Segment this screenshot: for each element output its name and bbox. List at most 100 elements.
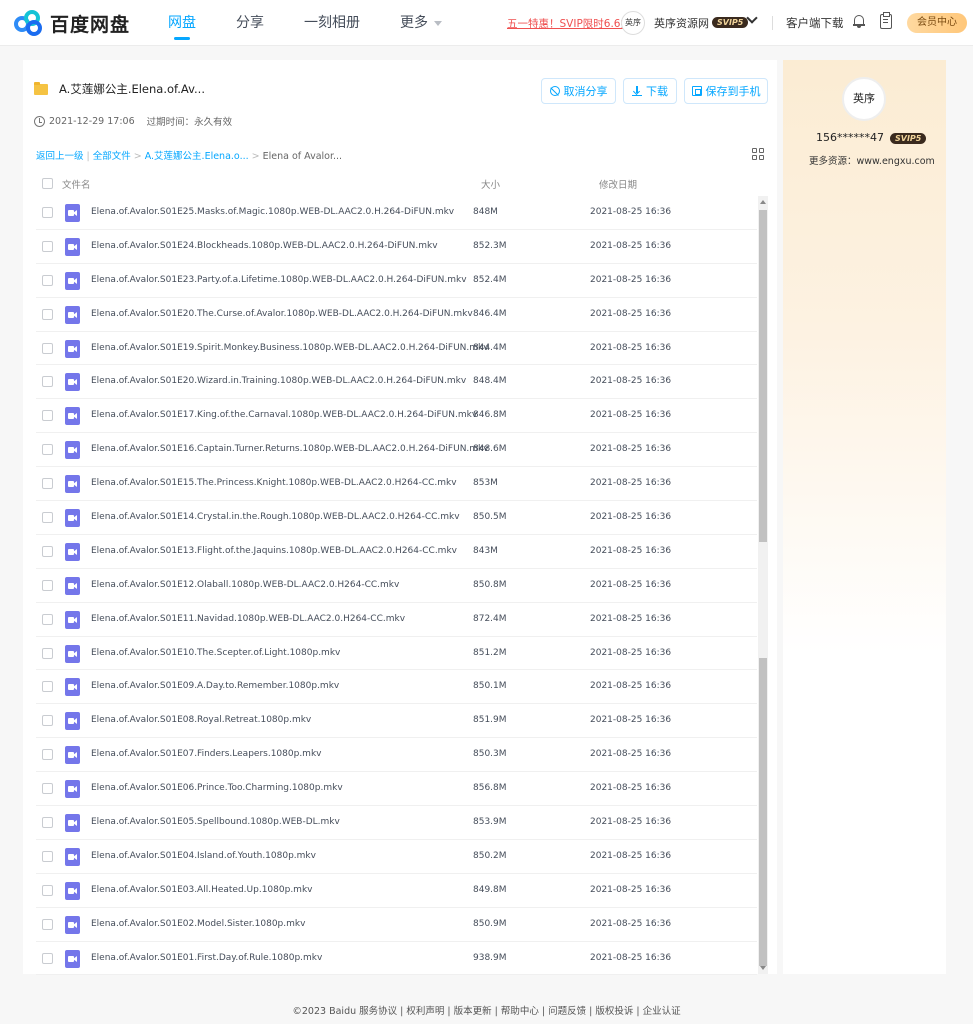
nav-item-more[interactable]: 更多 bbox=[400, 0, 442, 46]
file-name[interactable]: Elena.of.Avalor.S01E25.Masks.of.Magic.10… bbox=[91, 207, 454, 217]
scrollbar[interactable] bbox=[758, 196, 768, 974]
row-checkbox[interactable] bbox=[42, 647, 53, 659]
file-name[interactable]: Elena.of.Avalor.S01E14.Crystal.in.the.Ro… bbox=[91, 512, 460, 522]
file-name[interactable]: Elena.of.Avalor.S01E09.A.Day.to.Remember… bbox=[91, 681, 339, 691]
file-name[interactable]: Elena.of.Avalor.S01E24.Blockheads.1080p.… bbox=[91, 241, 438, 251]
file-name[interactable]: Elena.of.Avalor.S01E20.The.Curse.of.Aval… bbox=[91, 309, 473, 319]
scrollbar-thumb[interactable] bbox=[759, 658, 767, 966]
table-row[interactable]: Elena.of.Avalor.S01E15.The.Princess.Knig… bbox=[36, 467, 757, 502]
table-row[interactable]: Elena.of.Avalor.S01E08.Royal.Retreat.108… bbox=[36, 704, 757, 739]
row-checkbox[interactable] bbox=[42, 444, 53, 456]
scroll-down-arrow-icon[interactable] bbox=[760, 966, 766, 970]
row-checkbox[interactable] bbox=[42, 274, 53, 286]
row-checkbox[interactable] bbox=[42, 884, 53, 896]
row-checkbox[interactable] bbox=[42, 342, 53, 354]
row-checkbox[interactable] bbox=[42, 783, 53, 795]
row-checkbox[interactable] bbox=[42, 308, 53, 320]
nav-item-netdisk[interactable]: 网盘 bbox=[168, 0, 196, 46]
file-date: 2021-08-25 16:36 bbox=[590, 207, 672, 217]
file-name[interactable]: Elena.of.Avalor.S01E23.Party.of.a.Lifeti… bbox=[91, 275, 467, 285]
column-size-header[interactable]: 大小 bbox=[481, 177, 500, 191]
download-button[interactable]: 下载 bbox=[623, 78, 677, 104]
row-checkbox[interactable] bbox=[42, 817, 53, 829]
promo-link[interactable]: 五一特惠！SVIP限时6.6折 bbox=[507, 16, 631, 31]
table-row[interactable]: Elena.of.Avalor.S01E09.A.Day.to.Remember… bbox=[36, 670, 757, 705]
cancel-share-button[interactable]: 取消分享 bbox=[541, 78, 616, 104]
table-row[interactable]: Elena.of.Avalor.S01E20.Wizard.in.Trainin… bbox=[36, 365, 757, 400]
table-row[interactable]: Elena.of.Avalor.S01E03.All.Heated.Up.108… bbox=[36, 874, 757, 908]
row-checkbox[interactable] bbox=[42, 545, 53, 557]
file-name[interactable]: Elena.of.Avalor.S01E08.Royal.Retreat.108… bbox=[91, 715, 311, 725]
breadcrumb-parent[interactable]: A.艾莲娜公主.Elena.o... bbox=[145, 151, 249, 162]
vip-center-button[interactable]: 会员中心 bbox=[907, 13, 967, 33]
file-name[interactable]: Elena.of.Avalor.S01E01.First.Day.of.Rule… bbox=[91, 953, 322, 963]
row-checkbox[interactable] bbox=[42, 850, 53, 862]
table-row[interactable]: Elena.of.Avalor.S01E04.Island.of.Youth.1… bbox=[36, 840, 757, 874]
file-name[interactable]: Elena.of.Avalor.S01E12.Olaball.1080p.WEB… bbox=[91, 580, 399, 590]
table-row[interactable]: Elena.of.Avalor.S01E07.Finders.Leapers.1… bbox=[36, 738, 757, 773]
row-checkbox[interactable] bbox=[42, 478, 53, 490]
table-row[interactable]: Elena.of.Avalor.S01E23.Party.of.a.Lifeti… bbox=[36, 264, 757, 298]
row-checkbox[interactable] bbox=[42, 512, 53, 524]
row-checkbox[interactable] bbox=[42, 715, 53, 727]
scroll-up-arrow-icon[interactable] bbox=[760, 200, 766, 204]
breadcrumb-all-files[interactable]: 全部文件 bbox=[93, 151, 131, 162]
table-row[interactable]: Elena.of.Avalor.S01E24.Blockheads.1080p.… bbox=[36, 230, 757, 264]
table-row[interactable]: Elena.of.Avalor.S01E01.First.Day.of.Rule… bbox=[36, 942, 757, 976]
row-checkbox[interactable] bbox=[42, 579, 53, 591]
username[interactable]: 英序资源网 bbox=[654, 15, 709, 31]
scrollbar-thumb[interactable] bbox=[759, 210, 767, 542]
file-name[interactable]: Elena.of.Avalor.S01E20.Wizard.in.Trainin… bbox=[91, 376, 466, 386]
avatar[interactable]: 英序 bbox=[621, 11, 645, 35]
nav-item-share[interactable]: 分享 bbox=[236, 0, 264, 46]
file-name[interactable]: Elena.of.Avalor.S01E07.Finders.Leapers.1… bbox=[91, 749, 321, 759]
file-name[interactable]: Elena.of.Avalor.S01E05.Spellbound.1080p.… bbox=[91, 817, 340, 827]
file-name[interactable]: Elena.of.Avalor.S01E16.Captain.Turner.Re… bbox=[91, 444, 489, 454]
table-row[interactable]: Elena.of.Avalor.S01E17.King.of.the.Carna… bbox=[36, 399, 757, 434]
row-checkbox[interactable] bbox=[42, 918, 53, 930]
row-checkbox[interactable] bbox=[42, 952, 53, 964]
breadcrumb-back[interactable]: 返回上一级 bbox=[36, 151, 84, 162]
row-checkbox[interactable] bbox=[42, 749, 53, 761]
table-row[interactable]: Elena.of.Avalor.S01E19.Spirit.Monkey.Bus… bbox=[36, 332, 757, 366]
table-row[interactable]: Elena.of.Avalor.S01E14.Crystal.in.the.Ro… bbox=[36, 501, 757, 535]
table-row[interactable]: Elena.of.Avalor.S01E13.Flight.of.the.Jaq… bbox=[36, 535, 757, 569]
table-row[interactable]: Elena.of.Avalor.S01E12.Olaball.1080p.WEB… bbox=[36, 569, 757, 603]
table-row[interactable]: Elena.of.Avalor.S01E06.Prince.Too.Charmi… bbox=[36, 772, 757, 807]
column-name-header[interactable]: 文件名 bbox=[62, 177, 91, 191]
file-name[interactable]: Elena.of.Avalor.S01E13.Flight.of.the.Jaq… bbox=[91, 546, 457, 556]
sharer-avatar[interactable]: 英序 bbox=[842, 77, 886, 121]
nav-item-album[interactable]: 一刻相册 bbox=[304, 0, 360, 46]
bell-icon[interactable] bbox=[853, 14, 865, 28]
table-row[interactable]: Elena.of.Avalor.S01E25.Masks.of.Magic.10… bbox=[36, 196, 757, 230]
user-menu-chevron-icon[interactable] bbox=[746, 12, 758, 24]
client-download-link[interactable]: 客户端下载 bbox=[786, 15, 844, 31]
file-name[interactable]: Elena.of.Avalor.S01E04.Island.of.Youth.1… bbox=[91, 851, 316, 861]
file-name[interactable]: Elena.of.Avalor.S01E10.The.Scepter.of.Li… bbox=[91, 648, 340, 658]
row-checkbox[interactable] bbox=[42, 376, 53, 388]
row-checkbox[interactable] bbox=[42, 240, 53, 252]
save-to-phone-button[interactable]: 保存到手机 bbox=[684, 78, 768, 104]
row-checkbox[interactable] bbox=[42, 681, 53, 693]
row-checkbox[interactable] bbox=[42, 207, 53, 218]
file-name[interactable]: Elena.of.Avalor.S01E06.Prince.Too.Charmi… bbox=[91, 783, 343, 793]
baidu-netdisk-logo[interactable]: 百度网盘 bbox=[14, 10, 130, 36]
file-name[interactable]: Elena.of.Avalor.S01E17.King.of.the.Carna… bbox=[91, 410, 477, 420]
file-name[interactable]: Elena.of.Avalor.S01E15.The.Princess.Knig… bbox=[91, 478, 457, 488]
table-row[interactable]: Elena.of.Avalor.S01E02.Model.Sister.1080… bbox=[36, 908, 757, 942]
column-date-header[interactable]: 修改日期 bbox=[599, 177, 637, 191]
file-name[interactable]: Elena.of.Avalor.S01E19.Spirit.Monkey.Bus… bbox=[91, 343, 489, 353]
table-row[interactable]: Elena.of.Avalor.S01E11.Navidad.1080p.WEB… bbox=[36, 603, 757, 637]
file-name[interactable]: Elena.of.Avalor.S01E11.Navidad.1080p.WEB… bbox=[91, 614, 405, 624]
file-name[interactable]: Elena.of.Avalor.S01E03.All.Heated.Up.108… bbox=[91, 885, 312, 895]
table-row[interactable]: Elena.of.Avalor.S01E10.The.Scepter.of.Li… bbox=[36, 637, 757, 671]
table-row[interactable]: Elena.of.Avalor.S01E05.Spellbound.1080p.… bbox=[36, 806, 757, 840]
clipboard-icon[interactable] bbox=[880, 12, 892, 29]
file-name[interactable]: Elena.of.Avalor.S01E02.Model.Sister.1080… bbox=[91, 919, 305, 929]
table-row[interactable]: Elena.of.Avalor.S01E16.Captain.Turner.Re… bbox=[36, 433, 757, 468]
row-checkbox[interactable] bbox=[42, 613, 53, 625]
row-checkbox[interactable] bbox=[42, 410, 53, 422]
select-all-checkbox[interactable] bbox=[42, 178, 53, 189]
table-row[interactable]: Elena.of.Avalor.S01E20.The.Curse.of.Aval… bbox=[36, 298, 757, 332]
grid-view-icon[interactable] bbox=[752, 148, 765, 161]
